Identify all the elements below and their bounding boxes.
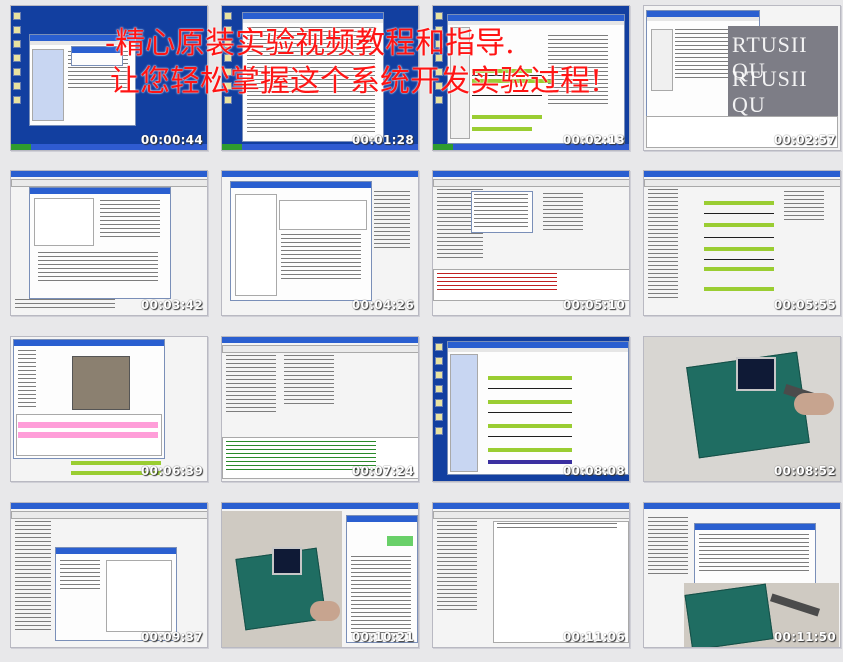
quartus-splash: RTUSII QU RTUSII QU: [728, 26, 838, 126]
thumbnail-3[interactable]: 00:02:13: [432, 5, 630, 151]
thumbnail-grid: 00:00:44 00:01:28 00:02:13 RTUSII QU RTU…: [0, 0, 843, 662]
dropdown-menu: [471, 191, 533, 233]
dialog-box: [71, 46, 123, 66]
thumbnail-10[interactable]: 00:07:24: [221, 336, 419, 482]
settings-dialog: [230, 181, 372, 301]
thumbnail-7[interactable]: 00:05:10: [432, 170, 630, 316]
ide-with-photo-screenshot: [222, 503, 418, 647]
thumbnail-5[interactable]: 00:03:42: [10, 170, 208, 316]
timestamp: 00:06:39: [140, 464, 203, 478]
desktop-icons: [13, 12, 21, 110]
timestamp: 00:03:42: [140, 298, 203, 312]
programmer-dialog: [694, 523, 816, 585]
timestamp: 00:05:55: [773, 298, 836, 312]
waveform-window: [447, 341, 629, 475]
desktop-icons: [435, 343, 443, 441]
desktop-screenshot: [433, 6, 629, 150]
timestamp: 00:01:28: [351, 133, 414, 147]
desktop-screenshot: [11, 6, 207, 150]
programmer-dialog: [55, 547, 177, 641]
ide-screenshot: [11, 503, 207, 647]
hand: [794, 393, 834, 415]
timestamp: 00:05:10: [562, 298, 625, 312]
desktop-icons: [435, 12, 443, 110]
hand: [310, 601, 340, 621]
waveform-screenshot: [644, 171, 840, 315]
ide-screenshot: [433, 171, 629, 315]
thumbnail-6[interactable]: 00:04:26: [221, 170, 419, 316]
fpga-board: [684, 583, 774, 647]
thumbnail-15[interactable]: 00:11:06: [432, 502, 630, 648]
desktop-icons: [224, 12, 232, 110]
lcd-screen: [736, 357, 776, 391]
chip-package-view: [72, 356, 130, 410]
lcd-screen: [272, 547, 302, 575]
timestamp: 00:08:52: [773, 464, 836, 478]
dev-board-photo: [222, 511, 342, 647]
thumbnail-9[interactable]: 00:06:39: [10, 336, 208, 482]
ide-screenshot: [222, 337, 418, 481]
wizard-dialog: [29, 187, 171, 299]
splash-screenshot: RTUSII QU RTUSII QU: [644, 6, 840, 150]
thumbnail-4[interactable]: RTUSII QU RTUSII QU 00:02:57: [643, 5, 841, 151]
desktop-screenshot: [433, 337, 629, 481]
desktop-screenshot: [222, 6, 418, 150]
timestamp: 00:11:50: [773, 630, 836, 644]
timestamp: 00:11:06: [562, 630, 625, 644]
thumbnail-11[interactable]: 00:08:08: [432, 336, 630, 482]
timestamp: 00:04:26: [351, 298, 414, 312]
pin-planner-screenshot: [11, 337, 207, 481]
side-window: [346, 515, 418, 643]
timestamp: 00:00:44: [140, 133, 203, 147]
thumbnail-13[interactable]: 00:09:37: [10, 502, 208, 648]
thumbnail-12[interactable]: 00:08:52: [643, 336, 841, 482]
timestamp: 00:07:24: [351, 464, 414, 478]
dev-board-photo: [644, 337, 840, 481]
waveform-window: [447, 14, 625, 144]
ide-screenshot: [222, 171, 418, 315]
ide-screenshot: [433, 503, 629, 647]
timestamp: 00:02:57: [773, 133, 836, 147]
splash-brand-text: RTUSII QU: [732, 66, 808, 117]
text-listing-window: [242, 12, 384, 142]
ribbon-cable: [769, 593, 821, 617]
thumbnail-14[interactable]: 00:10:21: [221, 502, 419, 648]
ide-screenshot: [11, 171, 207, 315]
pin-planner-window: [13, 339, 165, 459]
thumbnail-16[interactable]: 00:11:50: [643, 502, 841, 648]
timestamp: 00:10:21: [351, 630, 414, 644]
thumbnail-2[interactable]: 00:01:28: [221, 5, 419, 151]
thumbnail-1[interactable]: 00:00:44: [10, 5, 208, 151]
timestamp: 00:02:13: [562, 133, 625, 147]
ide-with-photo-screenshot: [644, 503, 840, 647]
timestamp: 00:08:08: [562, 464, 625, 478]
timestamp: 00:09:37: [140, 630, 203, 644]
thumbnail-8[interactable]: 00:05:55: [643, 170, 841, 316]
